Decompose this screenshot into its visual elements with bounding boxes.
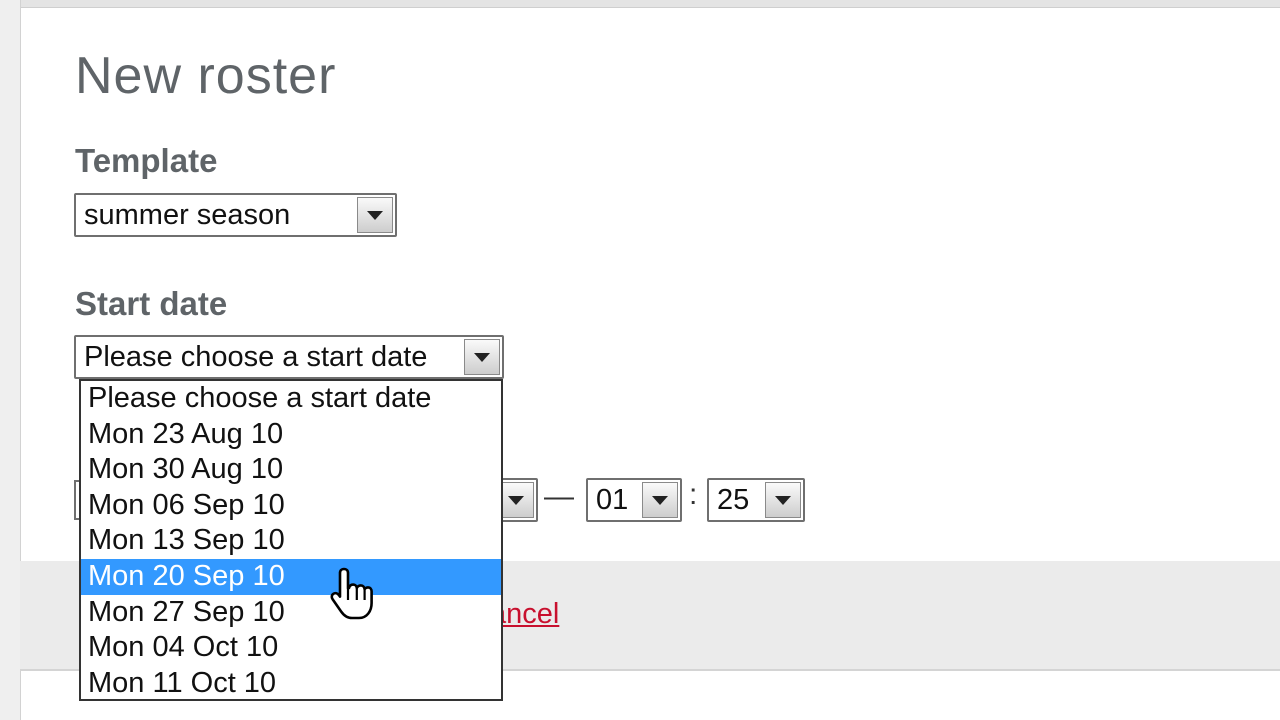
chevron-down-icon <box>474 352 490 362</box>
start-date-option[interactable]: Mon 13 Sep 10 <box>81 523 501 559</box>
page-edge-top <box>0 0 1280 8</box>
time-minute-select-button[interactable] <box>765 482 801 518</box>
hand-pointer-icon <box>330 567 373 620</box>
start-date-option[interactable]: Mon 30 Aug 10 <box>81 452 501 488</box>
start-date-option[interactable]: Please choose a start date <box>81 381 501 417</box>
start-date-option[interactable]: Mon 27 Sep 10 <box>81 595 501 631</box>
template-select-button[interactable] <box>357 197 393 233</box>
page-edge-left <box>0 0 21 720</box>
time-day-select-button[interactable] <box>498 482 534 518</box>
start-date-select-button[interactable] <box>464 339 500 375</box>
start-date-option[interactable]: Mon 06 Sep 10 <box>81 488 501 524</box>
chevron-down-icon <box>367 210 383 220</box>
chevron-down-icon <box>652 495 668 505</box>
chevron-down-icon <box>775 495 791 505</box>
start-date-label: Start date <box>75 285 228 322</box>
start-date-option[interactable]: Mon 11 Oct 10 <box>81 666 501 702</box>
time-minute-select[interactable]: 25 <box>707 478 805 522</box>
time-minute-value: 25 <box>717 484 750 516</box>
time-dash-separator: — <box>544 480 574 513</box>
time-hour-select[interactable]: 01 <box>586 478 682 522</box>
start-date-option[interactable]: Mon 04 Oct 10 <box>81 630 501 666</box>
start-date-select[interactable]: Please choose a start date <box>74 335 504 379</box>
start-date-options-list[interactable]: Please choose a start date Mon 23 Aug 10… <box>79 379 503 701</box>
time-hour-select-button[interactable] <box>642 482 678 518</box>
page-title: New roster <box>75 47 337 105</box>
template-select-value: summer season <box>84 199 291 231</box>
template-label: Template <box>75 142 218 179</box>
time-hour-value: 01 <box>596 484 629 516</box>
start-date-select-value: Please choose a start date <box>84 341 428 373</box>
chevron-down-icon <box>508 495 524 505</box>
start-date-option-highlighted[interactable]: Mon 20 Sep 10 <box>81 558 501 595</box>
time-colon-separator: : <box>689 478 698 511</box>
template-select[interactable]: summer season <box>74 193 397 237</box>
start-date-option[interactable]: Mon 23 Aug 10 <box>81 417 501 453</box>
